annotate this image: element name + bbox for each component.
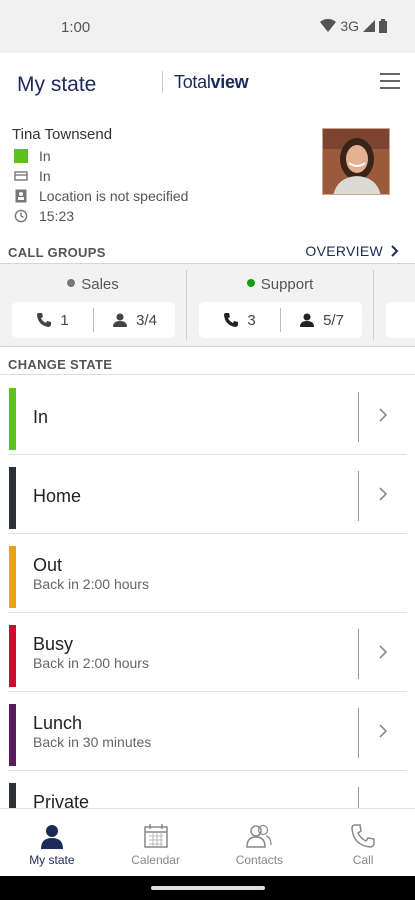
state-color-bar	[9, 467, 16, 529]
call-group-stats: 1 3/4	[12, 302, 175, 338]
profile-location-row: Location is not specified	[14, 188, 188, 204]
bottom-nav: My state Calendar Contacts Call	[0, 808, 415, 876]
nav-calendar[interactable]: Calendar	[104, 809, 208, 876]
call-groups-carousel[interactable]: Sales 1 3/4 Support 3 5/7	[0, 263, 415, 347]
state-subtitle: Back in 2:00 hours	[33, 655, 149, 671]
state-subtitle: Back in 30 minutes	[33, 734, 152, 750]
state-color-bar	[9, 625, 16, 687]
title-divider	[162, 71, 163, 93]
chevron-right-icon[interactable]	[377, 724, 389, 738]
signal-icon	[363, 20, 375, 32]
call-groups-heading: CALL GROUPS	[8, 245, 106, 260]
overview-link[interactable]: OVERVIEW	[305, 243, 399, 259]
totalview-logo: Totalview	[174, 72, 249, 92]
calendar-state-icon	[14, 171, 28, 181]
chevron-right-icon[interactable]	[377, 645, 389, 659]
location-icon	[15, 189, 27, 203]
nav-my-state[interactable]: My state	[0, 809, 104, 876]
calendar-icon	[143, 824, 168, 848]
call-group-card-partial[interactable]	[374, 264, 415, 346]
status-time: 1:00	[61, 19, 91, 36]
page-title: My state	[17, 73, 97, 96]
state-color-bar	[9, 388, 16, 450]
call-group-card[interactable]: Support 3 5/7	[187, 264, 373, 346]
app-bar: My state Totalview	[0, 53, 415, 115]
network-label: 3G	[340, 18, 359, 34]
state-list: In Home Out Back in 2:00 hours Busy Back…	[0, 376, 415, 808]
state-color-icon	[14, 149, 28, 163]
home-indicator[interactable]	[151, 886, 265, 890]
status-icons: 3G	[320, 18, 387, 34]
nav-label: Calendar	[131, 853, 180, 867]
state-subtitle: Back in 2:00 hours	[33, 576, 149, 592]
overview-label: OVERVIEW	[305, 243, 383, 259]
call-group-name: Support	[260, 276, 314, 293]
state-label: Home	[33, 486, 82, 506]
battery-icon	[379, 19, 387, 33]
phone-icon	[37, 313, 52, 327]
hamburger-menu-icon[interactable]	[380, 73, 400, 89]
profile-time-row: 15:23	[14, 208, 74, 224]
state-label: Out	[33, 555, 63, 575]
chevron-right-icon	[391, 245, 399, 257]
call-group-stats-partial	[386, 302, 415, 338]
change-state-heading: CHANGE STATE	[8, 357, 113, 372]
chevron-right-icon[interactable]	[377, 487, 389, 501]
nav-label: My state	[29, 853, 75, 867]
phone-icon	[351, 824, 375, 848]
profile-time: 15:23	[39, 208, 75, 224]
profile-name: Tina Townsend	[12, 126, 113, 143]
change-state-header: CHANGE STATE	[0, 357, 415, 375]
state-item-lunch[interactable]: Lunch Back in 30 minutes	[8, 692, 407, 771]
profile-state: In	[39, 148, 51, 164]
avatar[interactable]	[322, 128, 390, 195]
state-item-home[interactable]: Home	[8, 455, 407, 534]
nav-call[interactable]: Call	[311, 809, 415, 876]
call-groups-header: CALL GROUPS OVERVIEW	[0, 243, 415, 263]
state-color-bar	[9, 783, 16, 808]
group-status-dot	[67, 279, 76, 288]
profile-summary: Tina Townsend In In Location is not spec…	[0, 115, 415, 235]
call-count: 3	[247, 311, 256, 329]
nav-label: Call	[352, 853, 374, 867]
profile-state-row: In	[14, 148, 51, 164]
gesture-bar	[0, 876, 415, 900]
call-group-card[interactable]: Sales 1 3/4	[0, 264, 186, 346]
chevron-right-icon[interactable]	[377, 408, 389, 422]
state-label: Busy	[33, 634, 74, 654]
state-label: Lunch	[33, 713, 83, 733]
call-group-name-row: Sales	[0, 276, 186, 293]
status-bar: 1:00 3G	[0, 0, 415, 53]
profile-second-state-row: In	[14, 168, 51, 184]
person-icon	[300, 313, 315, 327]
call-count: 1	[60, 311, 69, 329]
group-status-dot	[246, 279, 255, 288]
person-icon	[113, 313, 128, 327]
nav-contacts[interactable]: Contacts	[208, 809, 312, 876]
state-label: In	[33, 407, 49, 427]
state-color-bar	[9, 546, 16, 608]
call-group-stats: 3 5/7	[199, 302, 362, 338]
profile-second-state: In	[39, 168, 51, 184]
phone-icon	[224, 313, 239, 327]
agent-count: 3/4	[136, 311, 157, 329]
state-item-busy[interactable]: Busy Back in 2:00 hours	[8, 613, 407, 692]
nav-label: Contacts	[235, 853, 284, 867]
state-color-bar	[9, 704, 16, 766]
state-item-out[interactable]: Out Back in 2:00 hours	[8, 534, 407, 613]
call-group-name-row: Support	[187, 276, 373, 293]
state-label: Private	[33, 792, 90, 808]
wifi-icon	[320, 19, 337, 32]
profile-location: Location is not specified	[39, 188, 189, 204]
agent-count: 5/7	[323, 311, 344, 329]
state-item-private[interactable]: Private	[8, 771, 407, 808]
clock-icon	[14, 209, 28, 223]
person-icon	[40, 825, 63, 849]
contacts-icon	[246, 824, 272, 848]
call-group-name: Sales	[81, 276, 119, 293]
state-item-in[interactable]: In	[8, 376, 407, 455]
